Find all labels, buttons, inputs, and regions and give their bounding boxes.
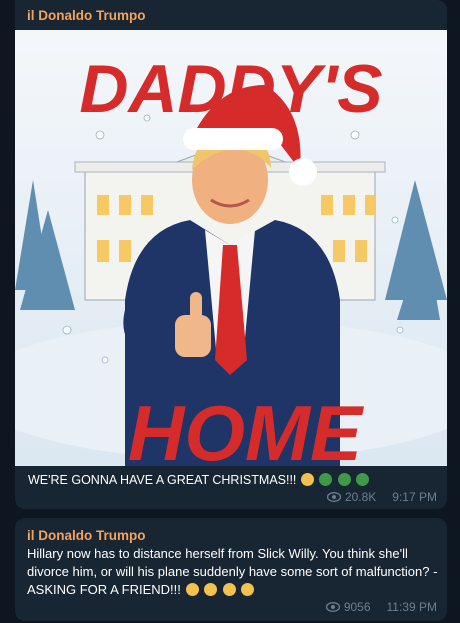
view-count: 9056 [343,600,371,614]
christmas-tree-emoji [356,473,370,486]
message-image[interactable]: DADDY'S HOME [15,30,447,466]
sender-name[interactable]: il Donaldo Trumpo [27,8,146,23]
message-time: 11:39 PM [386,600,437,614]
eye-icon [325,602,340,612]
poster-title-top: DADDY'S [79,51,382,127]
message-bubble-2[interactable]: il Donaldo Trumpo Hillary now has to dis… [15,518,447,621]
christmas-poster-illustration: DADDY'S HOME [15,30,447,466]
message-time: 9:17 PM [392,490,437,504]
sender-name[interactable]: il Donaldo Trumpo [27,528,146,543]
christmas-tree-emoji [319,473,333,486]
view-count: 20.8K [344,490,377,504]
poster-title-bottom: HOME [128,389,364,466]
message-caption[interactable]: WE'RE GONNA HAVE A GREAT CHRISTMAS!!! [28,471,370,489]
christmas-tree-emoji [337,473,351,486]
message-meta: 20.8K 9:17 PM [326,490,437,504]
caption-text: WE'RE GONNA HAVE A GREAT CHRISTMAS!!! [28,473,297,487]
eye-icon [326,492,341,502]
tears-of-joy-emoji [222,583,236,596]
santa-emoji [300,473,314,486]
tears-of-joy-emoji [241,583,255,596]
tears-of-joy-emoji [204,583,218,596]
message-text[interactable]: Hillary now has to distance herself from… [27,545,439,599]
winking-tongue-emoji [185,583,199,596]
message-meta: 9056 11:39 PM [325,600,437,614]
